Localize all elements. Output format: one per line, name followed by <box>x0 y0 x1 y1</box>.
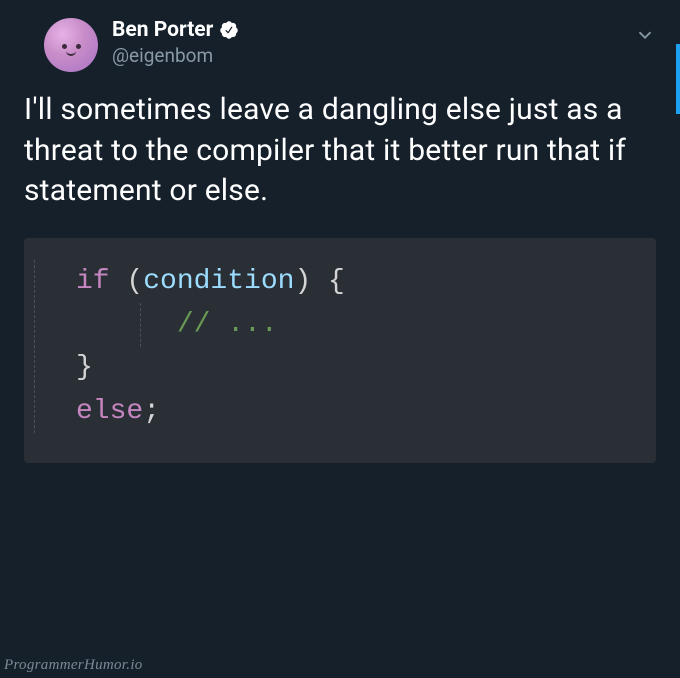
tweet-card: Ben Porter @eigenbom I'll sometimes leav… <box>0 0 680 463</box>
close-paren-brace: ) { <box>294 266 344 297</box>
user-info: Ben Porter @eigenbom <box>112 18 239 67</box>
code-line-3: } <box>76 346 628 389</box>
code-line-2: // ... <box>76 303 628 346</box>
keyword-if: if <box>76 266 110 297</box>
indent <box>76 309 177 340</box>
tweet-header: Ben Porter @eigenbom <box>24 18 656 72</box>
open-paren: ( <box>110 266 144 297</box>
close-brace: } <box>76 352 93 383</box>
code-image: if (condition) { // ... } else; <box>24 238 656 464</box>
tweet-text: I'll sometimes leave a dangling else jus… <box>24 90 656 212</box>
code-line-1: if (condition) { <box>76 260 628 303</box>
more-button[interactable] <box>634 24 656 50</box>
user-handle[interactable]: @eigenbom <box>112 44 239 67</box>
comment: // ... <box>177 309 278 340</box>
avatar[interactable] <box>44 18 98 72</box>
chevron-down-icon <box>634 31 656 50</box>
display-name[interactable]: Ben Porter <box>112 18 213 42</box>
gutter-guide <box>34 260 35 434</box>
identifier-condition: condition <box>143 266 294 297</box>
keyword-else: else <box>76 396 143 427</box>
verified-badge-icon <box>219 20 239 40</box>
watermark: ProgrammerHumor.io <box>4 657 143 674</box>
code-line-4: else; <box>76 390 628 433</box>
semicolon: ; <box>143 396 160 427</box>
accent-bar <box>676 44 680 114</box>
